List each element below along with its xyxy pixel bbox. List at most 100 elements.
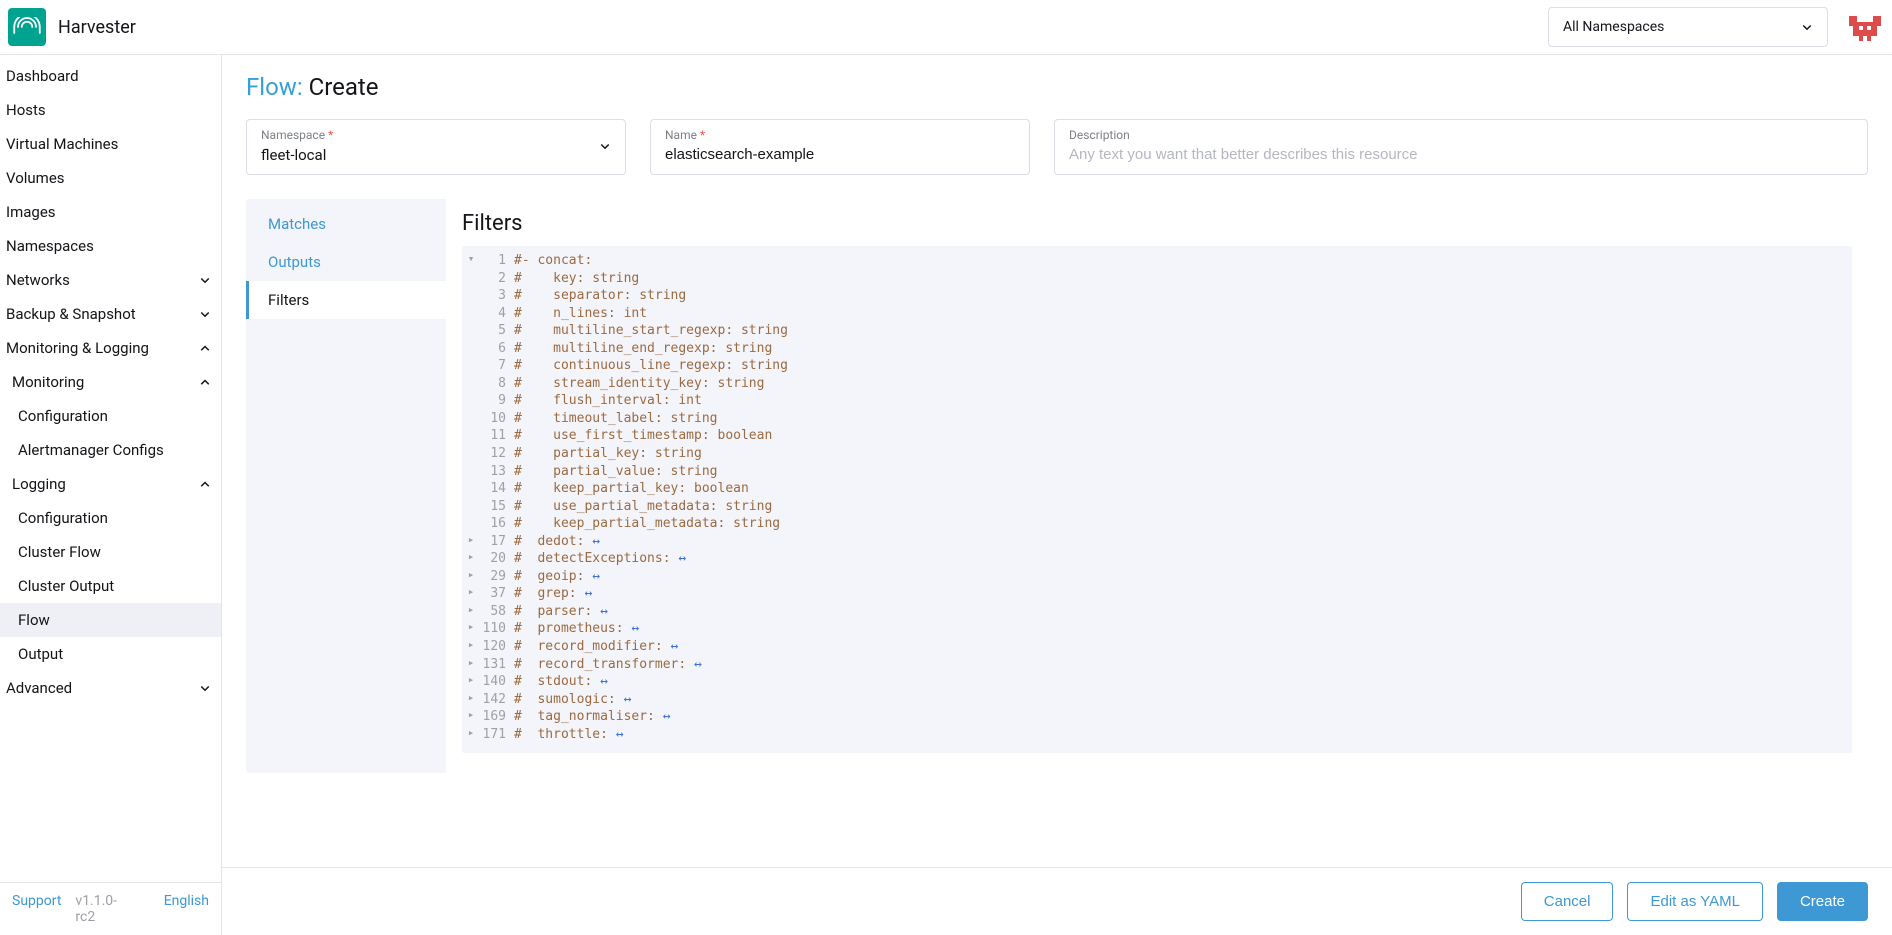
fold-marker-icon[interactable]: ↔ <box>616 691 632 709</box>
code-text: # stream_identity_key: string <box>514 375 764 393</box>
chevron-up-icon <box>199 478 211 490</box>
fold-down-icon[interactable]: ▾ <box>462 252 480 270</box>
code-text: # dedot: <box>514 533 584 551</box>
namespace-field[interactable]: Namespace * fleet-local <box>246 119 626 175</box>
fold-right-icon[interactable]: ▸ <box>462 568 480 586</box>
language-selector[interactable]: English <box>164 893 209 925</box>
code-text: # record_modifier: <box>514 638 663 656</box>
sidebar-item-alertmanager-configs[interactable]: Alertmanager Configs <box>0 433 221 467</box>
code-line: 7# continuous_line_regexp: string <box>462 357 1852 375</box>
tab-outputs[interactable]: Outputs <box>246 243 446 281</box>
fold-right-icon[interactable]: ▸ <box>462 673 480 691</box>
sidebar-item-label: Dashboard <box>6 67 79 85</box>
fold-marker-icon[interactable]: ↔ <box>624 620 640 638</box>
support-link[interactable]: Support <box>12 893 61 925</box>
sidebar-item-hosts[interactable]: Hosts <box>0 93 221 127</box>
fold-marker-icon[interactable]: ↔ <box>584 533 600 551</box>
fold-marker-icon[interactable]: ↔ <box>671 550 687 568</box>
create-button[interactable]: Create <box>1777 882 1868 921</box>
top-header: Harvester All Namespaces <box>0 0 1892 55</box>
sidebar-item-logging[interactable]: Logging <box>0 467 221 501</box>
code-line: ▸110# prometheus: ↔ <box>462 620 1852 638</box>
sidebar-item-cluster-flow[interactable]: Cluster Flow <box>0 535 221 569</box>
fold-right-icon[interactable]: ▸ <box>462 603 480 621</box>
line-number: 169 <box>480 708 514 726</box>
fold-marker-icon[interactable]: ↔ <box>686 656 702 674</box>
fold-right-icon[interactable]: ▸ <box>462 533 480 551</box>
fold-gutter <box>462 410 480 428</box>
line-number: 2 <box>480 270 514 288</box>
description-input[interactable] <box>1069 146 1853 163</box>
line-number: 37 <box>480 585 514 603</box>
page-title: Flow: Create <box>246 73 1868 101</box>
line-number: 131 <box>480 656 514 674</box>
fold-right-icon[interactable]: ▸ <box>462 620 480 638</box>
code-line: 11# use_first_timestamp: boolean <box>462 427 1852 445</box>
code-line: ▸171# throttle: ↔ <box>462 726 1852 744</box>
sidebar-item-backup-snapshot[interactable]: Backup & Snapshot <box>0 297 221 331</box>
sidebar-item-virtual-machines[interactable]: Virtual Machines <box>0 127 221 161</box>
fold-marker-icon[interactable]: ↔ <box>584 568 600 586</box>
yaml-editor[interactable]: ▾1#- concat:2# key: string3# separator: … <box>462 246 1852 753</box>
code-line: ▸142# sumologic: ↔ <box>462 691 1852 709</box>
sidebar-item-monitoring-logging[interactable]: Monitoring & Logging <box>0 331 221 365</box>
code-line: 13# partial_value: string <box>462 463 1852 481</box>
tab-matches[interactable]: Matches <box>246 205 446 243</box>
code-text: # multiline_end_regexp: string <box>514 340 772 358</box>
sidebar-item-configuration[interactable]: Configuration <box>0 501 221 535</box>
version-label: v1.1.0-rc2 <box>75 893 135 925</box>
fold-right-icon[interactable]: ▸ <box>462 708 480 726</box>
sidebar-item-monitoring[interactable]: Monitoring <box>0 365 221 399</box>
code-line: ▸29# geoip: ↔ <box>462 568 1852 586</box>
fold-marker-icon[interactable]: ↔ <box>592 673 608 691</box>
fold-right-icon[interactable]: ▸ <box>462 726 480 744</box>
code-text: # keep_partial_key: boolean <box>514 480 749 498</box>
sidebar-item-namespaces[interactable]: Namespaces <box>0 229 221 263</box>
name-input[interactable] <box>665 146 1015 163</box>
fold-right-icon[interactable]: ▸ <box>462 550 480 568</box>
code-text: # n_lines: int <box>514 305 647 323</box>
fold-marker-icon[interactable]: ↔ <box>608 726 624 744</box>
tab-filters[interactable]: Filters <box>246 281 446 319</box>
sidebar-item-flow[interactable]: Flow <box>0 603 221 637</box>
sidebar-item-networks[interactable]: Networks <box>0 263 221 297</box>
line-number: 15 <box>480 498 514 516</box>
namespace-selector-label: All Namespaces <box>1563 19 1664 35</box>
line-number: 29 <box>480 568 514 586</box>
fold-right-icon[interactable]: ▸ <box>462 638 480 656</box>
sidebar-item-advanced[interactable]: Advanced <box>0 671 221 705</box>
sidebar-item-images[interactable]: Images <box>0 195 221 229</box>
breadcrumb[interactable]: Flow: <box>246 73 303 101</box>
code-line: 12# partial_key: string <box>462 445 1852 463</box>
harvester-logo[interactable] <box>8 8 46 46</box>
chevron-down-icon <box>1801 21 1813 33</box>
line-number: 6 <box>480 340 514 358</box>
sidebar-item-cluster-output[interactable]: Cluster Output <box>0 569 221 603</box>
code-text: # continuous_line_regexp: string <box>514 357 788 375</box>
fold-marker-icon[interactable]: ↔ <box>577 585 593 603</box>
fold-marker-icon[interactable]: ↔ <box>663 638 679 656</box>
name-field[interactable]: Name * <box>650 119 1030 175</box>
description-field[interactable]: Description <box>1054 119 1868 175</box>
sidebar-nav: Dashboard HostsVirtual MachinesVolumesIma… <box>0 55 221 882</box>
line-number: 3 <box>480 287 514 305</box>
code-text: # multiline_start_regexp: string <box>514 322 788 340</box>
fold-right-icon[interactable]: ▸ <box>462 691 480 709</box>
fold-marker-icon[interactable]: ↔ <box>655 708 671 726</box>
edit-as-yaml-button[interactable]: Edit as YAML <box>1627 882 1763 921</box>
code-text: # geoip: <box>514 568 584 586</box>
cancel-button[interactable]: Cancel <box>1521 882 1614 921</box>
sidebar-item-dashboard[interactable]: Dashboard <box>0 59 221 93</box>
code-line: 16# keep_partial_metadata: string <box>462 515 1852 533</box>
fold-right-icon[interactable]: ▸ <box>462 656 480 674</box>
chevron-up-icon <box>199 342 211 354</box>
fold-right-icon[interactable]: ▸ <box>462 585 480 603</box>
user-avatar[interactable] <box>1846 8 1884 46</box>
sidebar-item-output[interactable]: Output <box>0 637 221 671</box>
line-number: 11 <box>480 427 514 445</box>
code-text: # parser: <box>514 603 592 621</box>
sidebar-item-configuration[interactable]: Configuration <box>0 399 221 433</box>
fold-marker-icon[interactable]: ↔ <box>592 603 608 621</box>
sidebar-item-volumes[interactable]: Volumes <box>0 161 221 195</box>
namespace-selector[interactable]: All Namespaces <box>1548 7 1828 47</box>
